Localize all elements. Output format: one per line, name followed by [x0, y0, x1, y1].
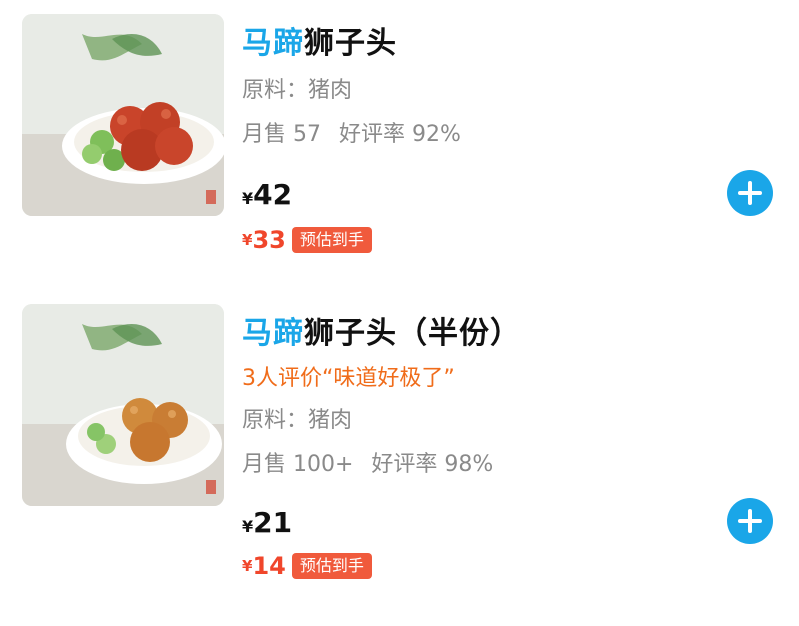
deal-currency: ¥ — [242, 557, 253, 575]
ingredients-label: 原料： — [242, 408, 309, 433]
deal-tag: 预估到手 — [291, 227, 372, 253]
ingredients-label: 原料： — [242, 78, 309, 103]
dish-item[interactable]: 马蹄狮子头 原料：猪肉 月售 57 好评率 92% ¥42 ¥33 预估到手 — [0, 0, 799, 300]
add-to-cart-button[interactable] — [727, 498, 773, 544]
ingredients-value: 猪肉 — [308, 78, 353, 103]
price-value: 42 — [253, 178, 293, 211]
deal-price: 14 — [252, 552, 286, 580]
dish-deal: ¥14 预估到手 — [242, 552, 372, 580]
price-currency: ¥ — [242, 189, 254, 208]
dish-title[interactable]: 马蹄狮子头 — [242, 18, 397, 62]
dish-title-highlight: 马蹄 — [242, 316, 304, 351]
rating: 好评率 98% — [371, 452, 494, 477]
ingredients-value: 猪肉 — [308, 408, 353, 433]
deal-price: 33 — [252, 226, 286, 254]
monthly-sales: 月售 100+ — [242, 452, 354, 477]
dish-price: ¥42 — [242, 178, 292, 211]
dish-list: 马蹄狮子头 原料：猪肉 月售 57 好评率 92% ¥42 ¥33 预估到手 马… — [0, 0, 799, 626]
dish-title-rest: 狮子头（半份） — [304, 316, 521, 351]
price-currency: ¥ — [242, 517, 254, 536]
dish-title[interactable]: 马蹄狮子头（半份） — [242, 308, 521, 352]
price-value: 21 — [253, 506, 293, 539]
dish-sales-rating: 月售 100+ 好评率 98% — [242, 446, 493, 478]
monthly-sales: 月售 57 — [242, 122, 321, 147]
dish-title-rest: 狮子头 — [304, 26, 397, 61]
dish-ingredients: 原料：猪肉 — [242, 72, 352, 104]
dish-sales-rating: 月售 57 好评率 92% — [242, 116, 461, 148]
add-to-cart-button[interactable] — [727, 170, 773, 216]
dish-image[interactable] — [22, 304, 224, 506]
dish-deal: ¥33 预估到手 — [242, 226, 372, 254]
dish-title-highlight: 马蹄 — [242, 26, 304, 61]
deal-currency: ¥ — [242, 231, 253, 249]
deal-tag: 预估到手 — [291, 553, 372, 579]
dish-review-highlight[interactable]: 3人评价“味道好极了” — [242, 360, 455, 392]
dish-image[interactable] — [22, 14, 224, 216]
dish-item[interactable]: 马蹄狮子头（半份） 3人评价“味道好极了” 原料：猪肉 月售 100+ 好评率 9… — [0, 290, 799, 590]
dish-ingredients: 原料：猪肉 — [242, 402, 352, 434]
rating: 好评率 92% — [339, 122, 461, 147]
dish-price: ¥21 — [242, 506, 292, 539]
